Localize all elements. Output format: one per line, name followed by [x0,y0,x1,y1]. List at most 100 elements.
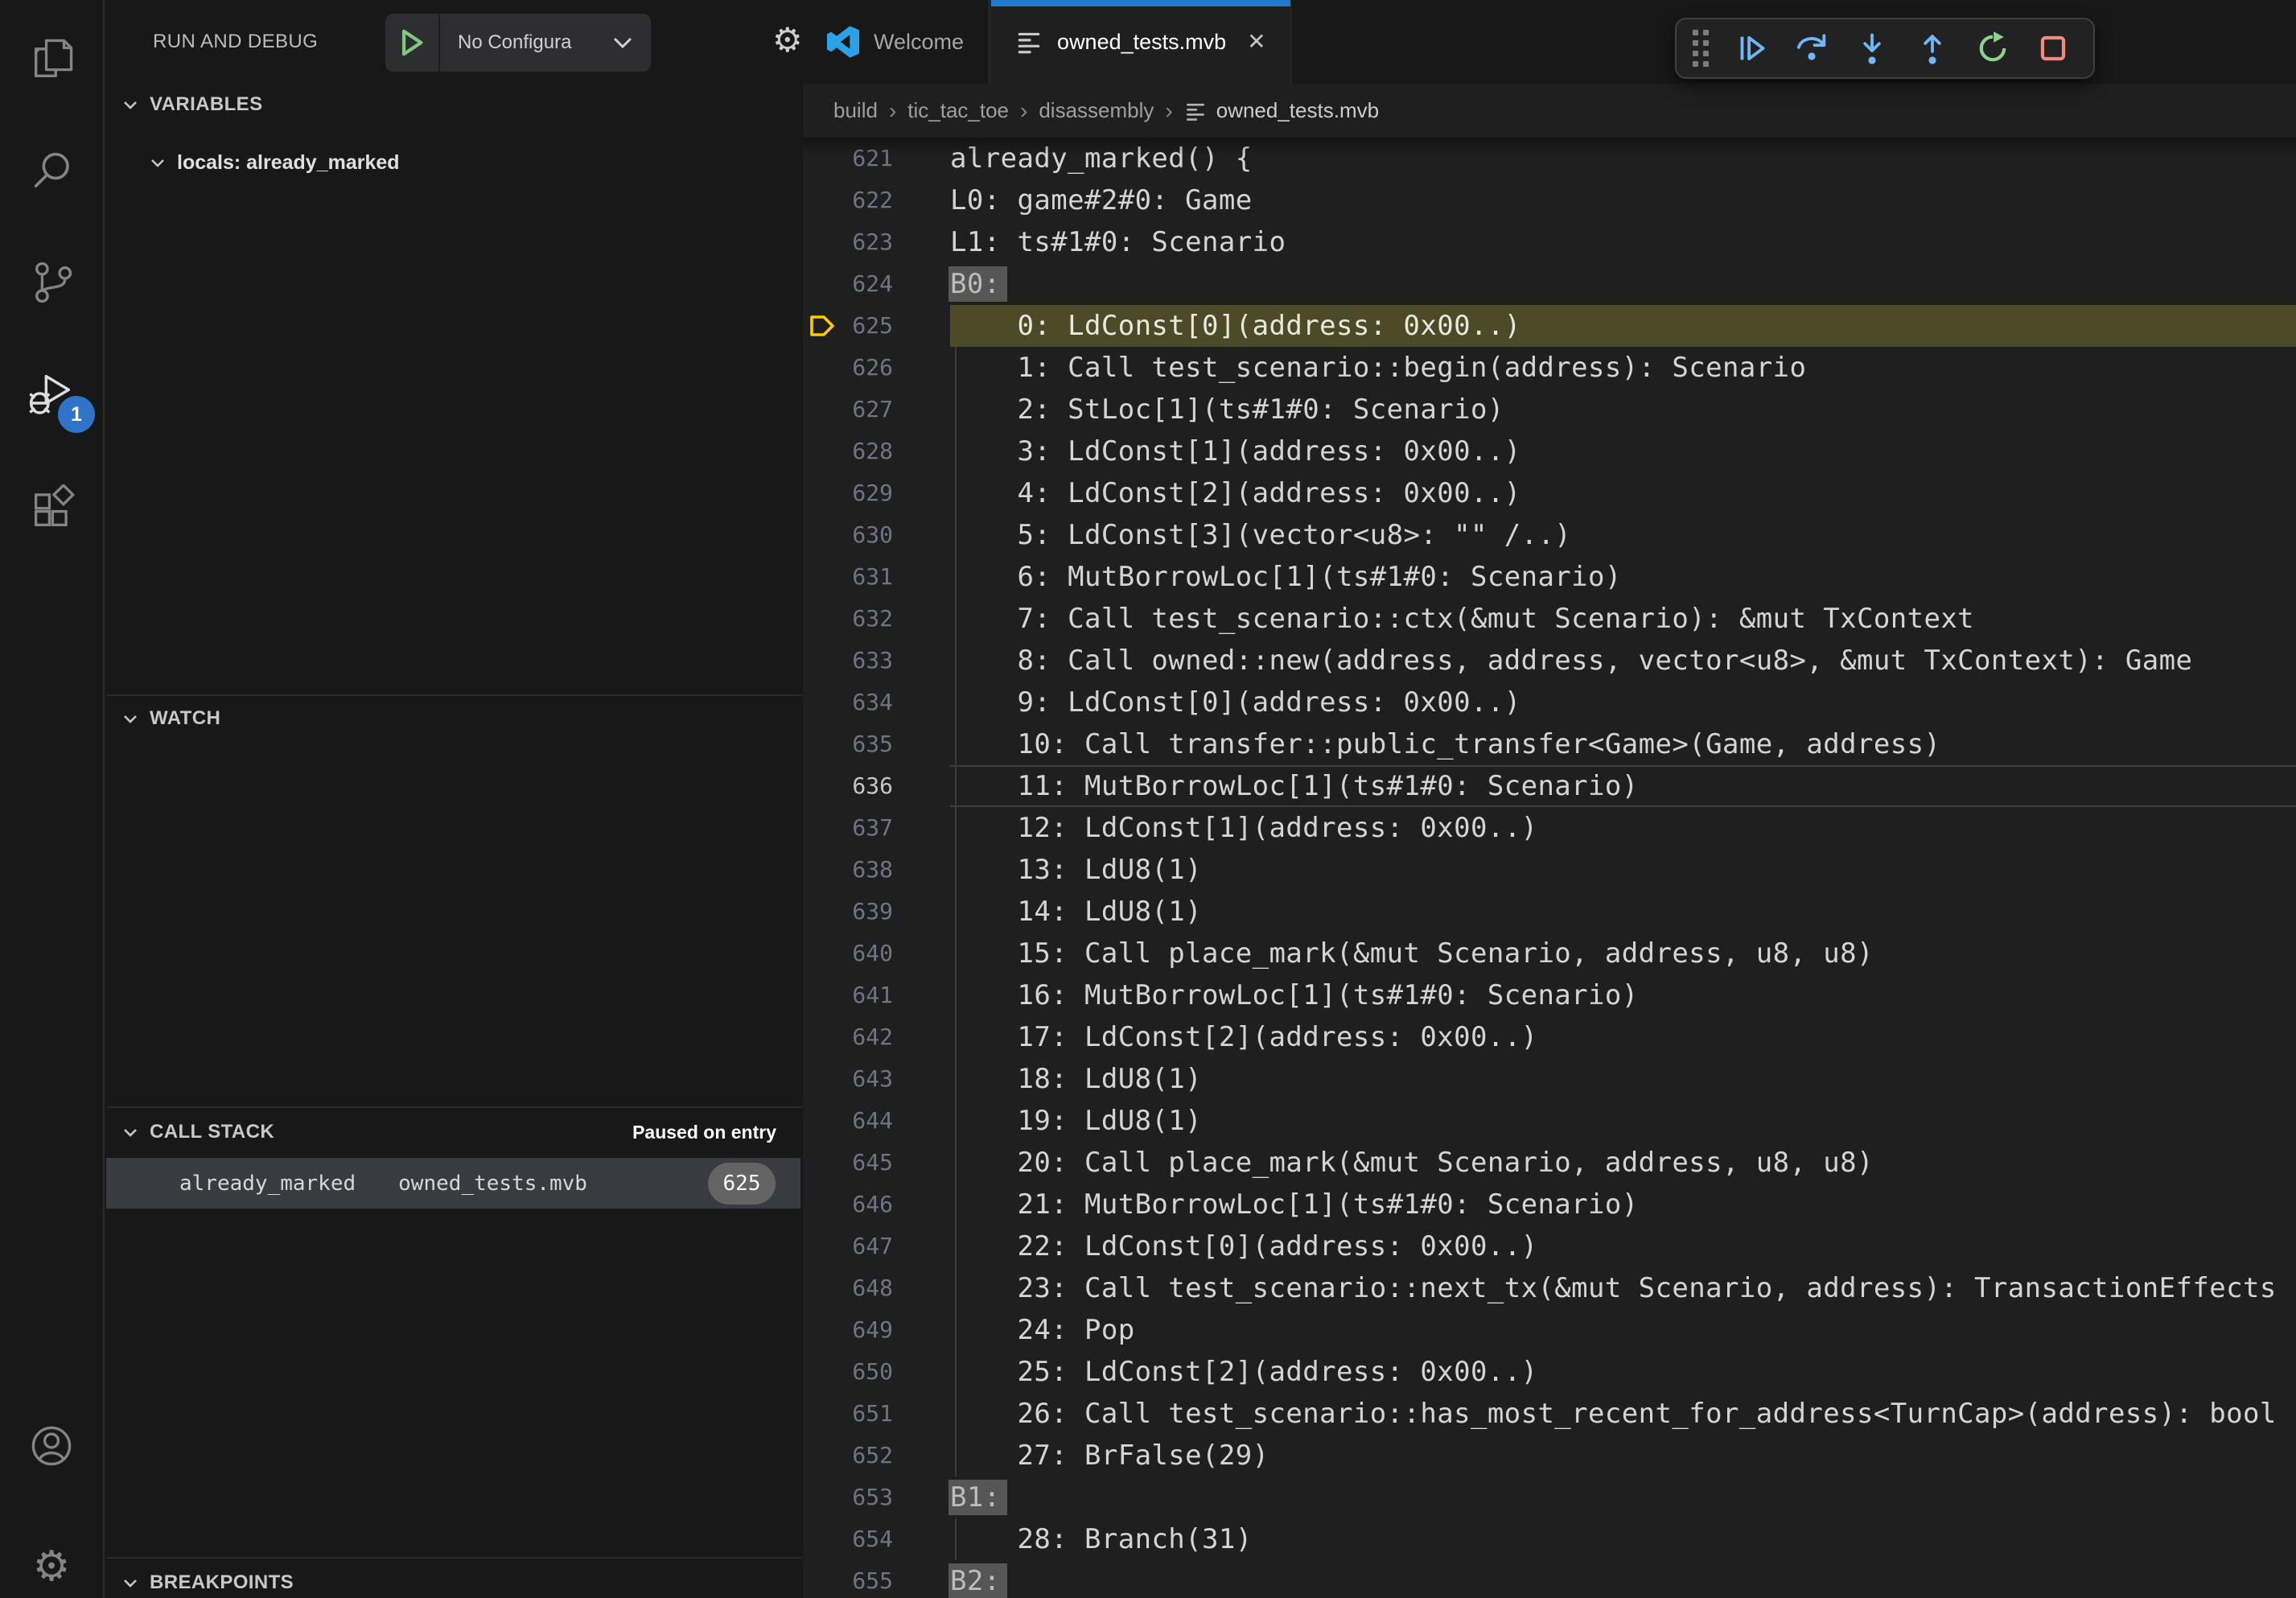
line-content[interactable]: B2: [950,1560,2296,1598]
breadcrumb-item[interactable]: tic_tac_toe [907,98,1009,123]
editor-gutter[interactable]: 630 [803,514,950,556]
editor-gutter[interactable]: 645 [803,1142,950,1184]
editor-gutter[interactable]: 634 [803,682,950,723]
line-content[interactable]: 1: Call test_scenario::begin(address): S… [950,347,2296,389]
stop-button[interactable] [2028,24,2077,72]
line-content[interactable]: 16: MutBorrowLoc[1](ts#1#0: Scenario) [950,974,2296,1016]
editor-gutter[interactable]: 624 [803,263,950,305]
continue-button[interactable] [1726,24,1775,72]
restart-button[interactable] [1968,24,2017,72]
line-content[interactable]: 12: LdConst[1](address: 0x00..) [950,807,2296,849]
editor-gutter[interactable]: 631 [803,556,950,598]
debug-config-select[interactable]: No Configura [458,31,615,54]
variables-locals-row[interactable]: locals: already_marked [106,142,802,183]
debug-start-icon[interactable] [385,14,440,72]
activity-source-control[interactable] [0,238,103,327]
close-icon[interactable]: ✕ [1247,31,1265,53]
line-content[interactable]: L1: ts#1#0: Scenario [950,221,2296,263]
debug-settings-gear-icon[interactable]: ⚙ [772,19,803,61]
activity-run-and-debug[interactable]: 1 [0,349,103,438]
line-content[interactable]: 25: LdConst[2](address: 0x00..) [950,1351,2296,1393]
line-content[interactable]: already_marked() { [950,138,2296,179]
editor-gutter[interactable]: 629 [803,472,950,514]
line-content[interactable]: 24: Pop [950,1309,2296,1351]
line-content[interactable]: B0: [950,263,2296,305]
editor-gutter[interactable]: 637 [803,807,950,849]
editor-gutter[interactable]: 651 [803,1393,950,1435]
editor-gutter[interactable]: 639 [803,891,950,933]
editor-gutter[interactable]: 628 [803,430,950,472]
editor-gutter[interactable]: 647 [803,1225,950,1267]
line-content[interactable]: L0: game#2#0: Game [950,179,2296,221]
editor-gutter[interactable]: 646 [803,1184,950,1225]
step-over-button[interactable] [1787,24,1836,72]
line-content[interactable]: B1: [950,1477,2296,1518]
editor-gutter[interactable]: 623 [803,221,950,263]
editor-gutter[interactable]: 627 [803,389,950,430]
call-stack-frame-row[interactable]: already_marked owned_tests.mvb 625 [106,1158,800,1209]
activity-search[interactable] [0,127,103,216]
editor-gutter[interactable]: 626 [803,347,950,389]
line-content[interactable]: 5: LdConst[3](vector<u8>: "" /..) [950,514,2296,556]
line-content[interactable]: 8: Call owned::new(address, address, vec… [950,640,2296,682]
tab-welcome[interactable]: Welcome [803,0,990,84]
line-content[interactable]: 15: Call place_mark(&mut Scenario, addre… [950,933,2296,974]
line-content[interactable]: 7: Call test_scenario::ctx(&mut Scenario… [950,598,2296,640]
tab-owned-tests[interactable]: owned_tests.mvb ✕ [990,0,1292,84]
line-content[interactable]: 6: MutBorrowLoc[1](ts#1#0: Scenario) [950,556,2296,598]
editor-gutter[interactable]: 655 [803,1560,950,1598]
editor-gutter[interactable]: 635 [803,723,950,765]
editor-gutter[interactable]: 649 [803,1309,950,1351]
editor-gutter[interactable]: 652 [803,1435,950,1477]
line-content[interactable]: 3: LdConst[1](address: 0x00..) [950,430,2296,472]
breakpoints-section-header[interactable]: BREAKPOINTS [106,1562,802,1598]
line-content[interactable]: 2: StLoc[1](ts#1#0: Scenario) [950,389,2296,430]
step-into-button[interactable] [1847,24,1896,72]
activity-explorer[interactable] [0,16,103,105]
line-content[interactable]: 21: MutBorrowLoc[1](ts#1#0: Scenario) [950,1184,2296,1225]
editor-gutter[interactable]: 640 [803,933,950,974]
line-content[interactable]: 26: Call test_scenario::has_most_recent_… [950,1393,2296,1435]
line-content[interactable]: 13: LdU8(1) [950,849,2296,891]
watch-section-header[interactable]: WATCH [106,698,802,739]
editor-gutter[interactable]: 654 [803,1518,950,1560]
editor-gutter[interactable]: 632 [803,598,950,640]
breadcrumb-item[interactable]: disassembly [1039,98,1154,123]
editor-gutter[interactable]: 642 [803,1016,950,1058]
variables-section-header[interactable]: VARIABLES [106,84,802,126]
line-content[interactable]: 11: MutBorrowLoc[1](ts#1#0: Scenario) [950,765,2296,807]
line-content[interactable]: 20: Call place_mark(&mut Scenario, addre… [950,1142,2296,1184]
line-content[interactable]: 22: LdConst[0](address: 0x00..) [950,1225,2296,1267]
debug-config-control[interactable]: No Configura [385,14,651,72]
line-content[interactable]: 18: LdU8(1) [950,1058,2296,1100]
line-content[interactable]: 19: LdU8(1) [950,1100,2296,1142]
editor-gutter[interactable]: 622 [803,179,950,221]
line-content[interactable]: 28: Branch(31) [950,1518,2296,1560]
activity-settings[interactable]: ⚙ [0,1522,103,1598]
line-content[interactable]: 4: LdConst[2](address: 0x00..) [950,472,2296,514]
line-content[interactable]: 17: LdConst[2](address: 0x00..) [950,1016,2296,1058]
breadcrumb-file[interactable]: owned_tests.mvb [1216,98,1379,123]
step-out-button[interactable] [1907,24,1957,72]
line-content[interactable]: 27: BrFalse(29) [950,1435,2296,1477]
editor-gutter[interactable]: 643 [803,1058,950,1100]
editor-gutter[interactable]: 621 [803,138,950,179]
editor-gutter[interactable]: 644 [803,1100,950,1142]
call-stack-section-header[interactable]: CALL STACK Paused on entry [106,1111,802,1153]
line-content[interactable]: 14: LdU8(1) [950,891,2296,933]
line-content[interactable]: 10: Call transfer::public_transfer<Game>… [950,723,2296,765]
editor-gutter[interactable]: 638 [803,849,950,891]
activity-extensions[interactable] [0,465,103,554]
activity-account[interactable] [0,1402,103,1490]
editor-gutter[interactable]: 636 [803,765,950,807]
line-content[interactable]: 23: Call test_scenario::next_tx(&mut Sce… [950,1267,2296,1309]
drag-handle-icon[interactable] [1693,30,1709,67]
editor-gutter[interactable]: 633 [803,640,950,682]
editor-gutter[interactable]: 650 [803,1351,950,1393]
line-content[interactable]: 0: LdConst[0](address: 0x00..) [950,305,2296,347]
editor-gutter[interactable]: 653 [803,1477,950,1518]
editor-gutter[interactable]: 625 [803,305,950,347]
editor-gutter[interactable]: 648 [803,1267,950,1309]
editor-gutter[interactable]: 641 [803,974,950,1016]
breadcrumb-item[interactable]: build [833,98,878,123]
